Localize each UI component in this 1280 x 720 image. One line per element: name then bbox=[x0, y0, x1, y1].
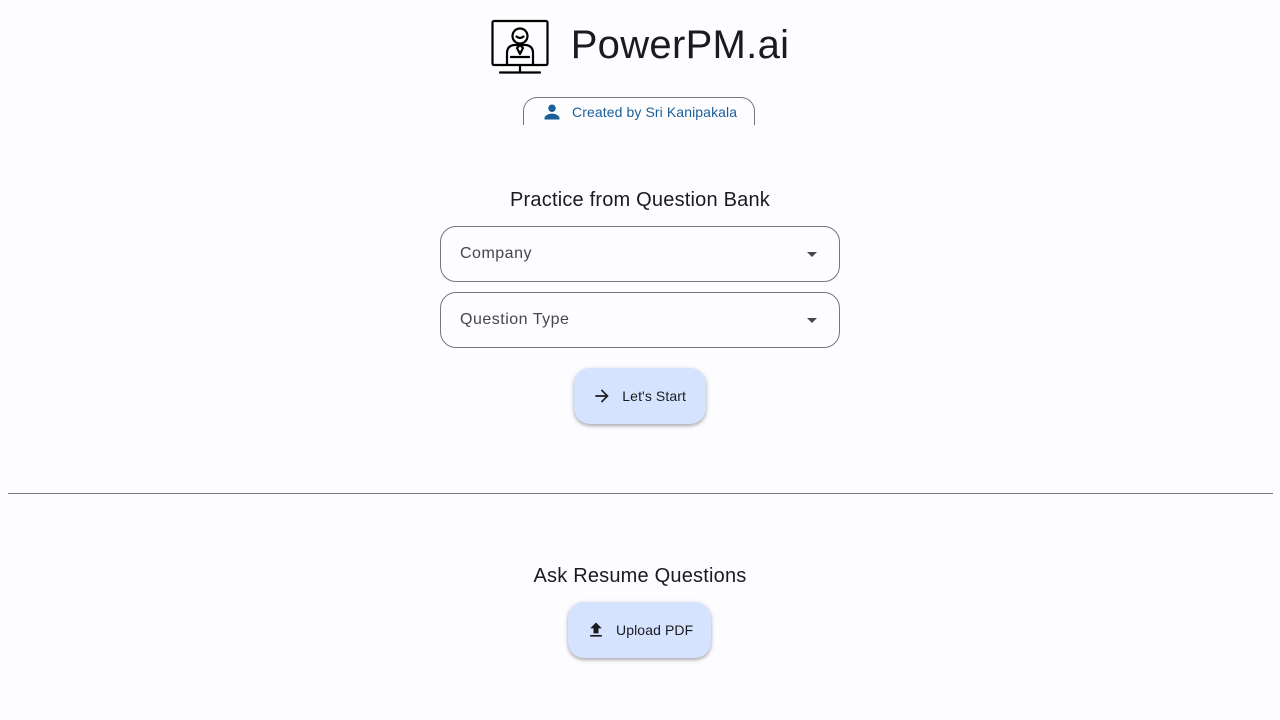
app-title: PowerPM.ai bbox=[570, 23, 790, 67]
dropdown-arrow-icon bbox=[807, 251, 817, 257]
upload-pdf-label: Upload PDF bbox=[616, 622, 694, 638]
app-header: PowerPM.ai bbox=[0, 19, 1280, 75]
lets-start-label: Let's Start bbox=[622, 388, 686, 404]
person-icon bbox=[542, 102, 562, 122]
question-type-select[interactable]: Question Type bbox=[440, 292, 840, 348]
upload-pdf-button[interactable]: Upload PDF bbox=[568, 602, 711, 658]
creator-chip[interactable]: Created by Sri Kanipakala bbox=[523, 97, 755, 125]
question-type-select-label: Question Type bbox=[460, 311, 570, 328]
upload-icon bbox=[586, 619, 606, 641]
presenter-at-screen-icon bbox=[491, 19, 549, 75]
creator-chip-label: Created by Sri Kanipakala bbox=[572, 103, 738, 120]
resume-section-title: Ask Resume Questions bbox=[533, 565, 747, 587]
lets-start-button[interactable]: Let's Start bbox=[574, 368, 706, 424]
section-divider bbox=[8, 493, 1273, 494]
dropdown-arrow-icon bbox=[807, 317, 817, 323]
question-bank-title: Practice from Question Bank bbox=[510, 189, 770, 211]
company-select[interactable]: Company bbox=[440, 226, 840, 282]
arrow-right-icon bbox=[592, 385, 612, 407]
app-page: PowerPM.ai Created by Sri Kanipakala Pra… bbox=[0, 0, 1280, 720]
company-select-label: Company bbox=[460, 245, 532, 262]
